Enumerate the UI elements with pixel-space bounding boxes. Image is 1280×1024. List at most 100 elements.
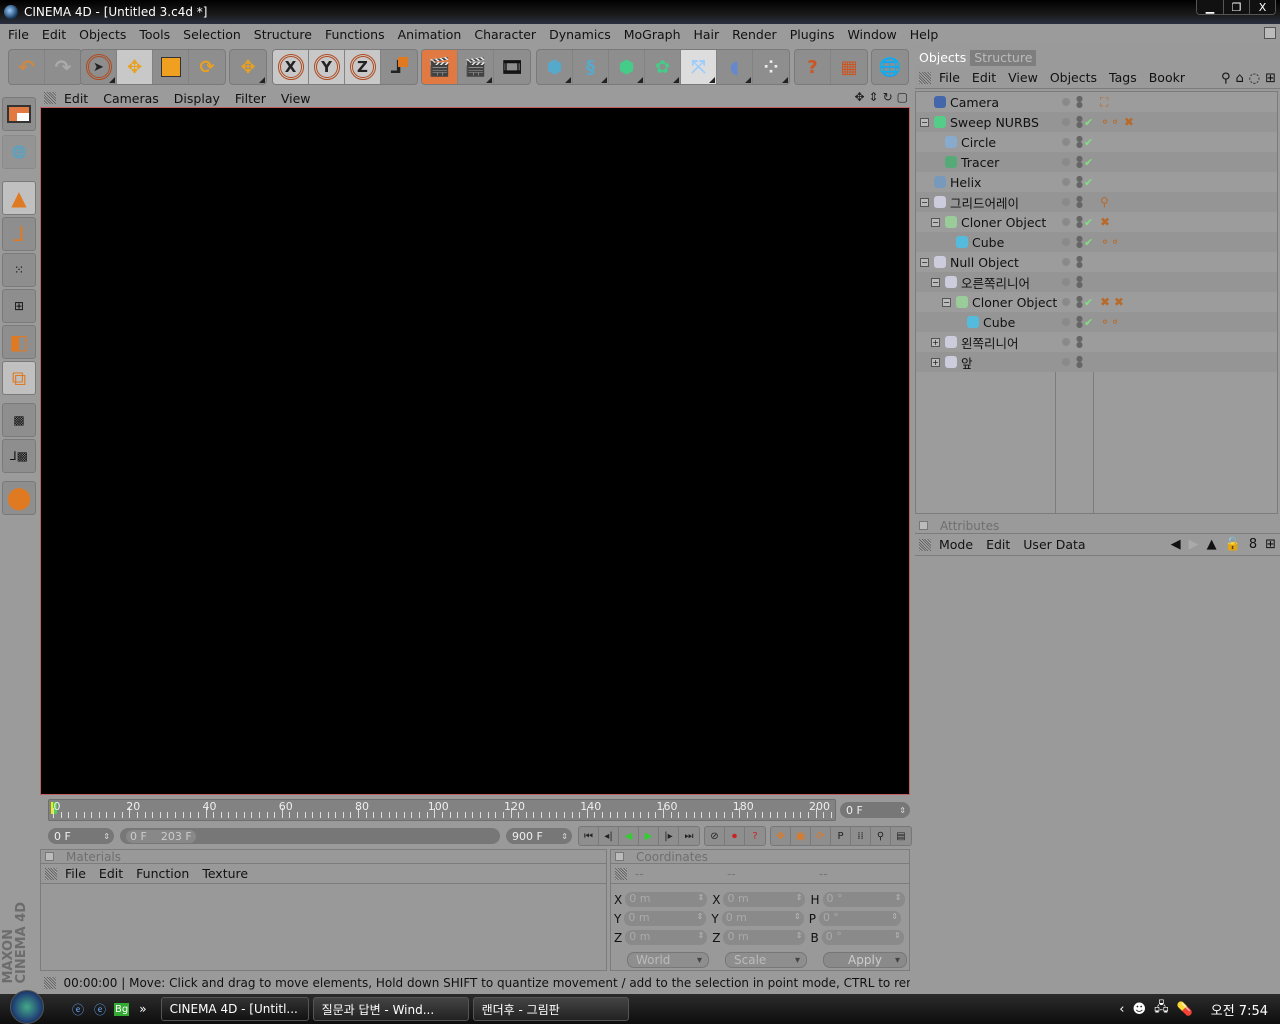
objects-menu-tags[interactable]: Tags: [1109, 70, 1137, 85]
visibility-toggle[interactable]: ● ●: [1076, 275, 1083, 289]
key-scale-icon[interactable]: ▣: [791, 827, 811, 845]
object-tree-row[interactable]: − Null Object ● ●: [916, 252, 1277, 272]
next-frame-button[interactable]: |▸: [659, 827, 679, 845]
new-panel-icon[interactable]: ⊞: [1265, 71, 1276, 86]
object-tree-row[interactable]: Camera ● ● ⛶: [916, 92, 1277, 112]
array-icon[interactable]: ✿: [645, 50, 681, 84]
collapse-icon[interactable]: −: [920, 117, 929, 127]
x-axis-lock-icon[interactable]: X: [273, 50, 309, 84]
enabled-check-icon[interactable]: ✔: [1084, 156, 1093, 169]
play-forward-button[interactable]: ▶: [639, 827, 659, 845]
deformer-icon[interactable]: ⤧: [681, 50, 717, 84]
panel-toggle[interactable]: [919, 521, 928, 530]
menu-hair[interactable]: Hair: [694, 27, 720, 42]
drag-grip[interactable]: [45, 867, 57, 880]
object-name[interactable]: Null Object: [950, 255, 1019, 270]
size-x-field[interactable]: 0 m: [723, 892, 806, 907]
layer-dot[interactable]: [1062, 178, 1070, 186]
size-mode-dropdown[interactable]: Scale: [725, 952, 807, 968]
enabled-check-icon[interactable]: ✔: [1084, 116, 1093, 129]
viewport-menu-view[interactable]: View: [281, 91, 311, 106]
start-frame-field[interactable]: 0 F ⇕: [48, 828, 114, 844]
objects-menu-view[interactable]: View: [1008, 70, 1038, 85]
scale-icon[interactable]: [153, 50, 189, 84]
lock-icon[interactable]: 🔓: [1225, 537, 1241, 552]
animation-tool-icon[interactable]: ⬤: [2, 481, 36, 515]
objects-menu-edit[interactable]: Edit: [972, 70, 996, 85]
materials-menu-function[interactable]: Function: [136, 866, 189, 881]
timeline-ruler[interactable]: 0 20 40 60 80 100 120 140 160 180 200: [48, 799, 836, 821]
menu-plugins[interactable]: Plugins: [790, 27, 835, 42]
more-icon[interactable]: »: [139, 1002, 146, 1016]
collapse-icon[interactable]: −: [942, 297, 951, 307]
attributes-menu-edit[interactable]: Edit: [986, 537, 1010, 552]
minimize-button[interactable]: ▁: [1197, 0, 1223, 14]
layout-config-icon[interactable]: [1264, 27, 1276, 39]
texture-tool-icon[interactable]: ▩: [2, 403, 36, 437]
materials-menu-edit[interactable]: Edit: [99, 866, 123, 881]
maximize-view-icon[interactable]: ▢: [897, 90, 908, 104]
panel-toggle[interactable]: [45, 852, 54, 861]
edges-tool-icon[interactable]: ⊞: [2, 289, 36, 323]
layer-dot[interactable]: [1062, 338, 1070, 346]
pan-icon[interactable]: ✥: [854, 90, 864, 104]
new-panel-icon[interactable]: ⊞: [1265, 537, 1276, 552]
viewport-menu-filter[interactable]: Filter: [235, 91, 266, 106]
menu-structure[interactable]: Structure: [254, 27, 312, 42]
size-y-field[interactable]: 0 m: [721, 911, 804, 926]
menu-tools[interactable]: Tools: [139, 27, 170, 42]
object-name[interactable]: 오른쪽리니어: [961, 273, 1030, 292]
visibility-toggle[interactable]: ● ●: [1076, 315, 1083, 329]
layer-dot[interactable]: [1062, 198, 1070, 206]
render-manager-icon[interactable]: 🎞: [494, 50, 530, 84]
go-to-start-button[interactable]: ⏮: [579, 827, 599, 845]
expand-icon[interactable]: +: [931, 357, 940, 367]
spline-icon[interactable]: §: [573, 50, 609, 84]
key-position-icon[interactable]: ✥: [771, 827, 791, 845]
layer-dot[interactable]: [1062, 218, 1070, 226]
attributes-menu-mode[interactable]: Mode: [939, 537, 973, 552]
previous-frame-button[interactable]: ◂|: [599, 827, 619, 845]
layer-dot[interactable]: [1062, 98, 1070, 106]
object-tags[interactable]: ⚬⚬ ✖: [1100, 115, 1134, 129]
object-name[interactable]: Helix: [950, 175, 981, 190]
menu-animation[interactable]: Animation: [398, 27, 462, 42]
drag-grip[interactable]: [615, 867, 627, 880]
tab-objects[interactable]: Objects: [915, 50, 971, 66]
recent-tool-icon[interactable]: ✥: [230, 50, 266, 84]
visibility-toggle[interactable]: ● ●: [1076, 295, 1083, 309]
coordinate-mode-dropdown[interactable]: World: [627, 952, 709, 968]
collapse-icon[interactable]: −: [931, 217, 940, 227]
layer-dot[interactable]: [1062, 158, 1070, 166]
record-keyframe-button[interactable]: ⏺: [725, 827, 745, 845]
menu-render[interactable]: Render: [732, 27, 777, 42]
expand-icon[interactable]: +: [931, 337, 940, 347]
visibility-toggle[interactable]: ● ●: [1076, 175, 1083, 189]
search-icon[interactable]: ⚲: [1221, 71, 1231, 86]
visibility-toggle[interactable]: ● ●: [1076, 215, 1083, 229]
drag-grip[interactable]: [919, 71, 931, 84]
object-name[interactable]: Circle: [961, 135, 996, 150]
object-name[interactable]: 왼쪽리니어: [961, 333, 1019, 352]
render-view-icon[interactable]: 🎬: [422, 50, 458, 84]
rotation-b-field[interactable]: 0 °: [821, 930, 904, 945]
points-tool-icon[interactable]: ⁙: [2, 253, 36, 287]
object-tags[interactable]: ⚬⚬: [1100, 235, 1120, 249]
apply-button[interactable]: Apply: [823, 952, 907, 968]
cube-primitive-icon[interactable]: ⬢: [537, 50, 573, 84]
help-icon[interactable]: ?: [795, 50, 831, 84]
restore-button[interactable]: ❐: [1223, 0, 1249, 14]
up-icon[interactable]: ▲: [1207, 537, 1217, 552]
start-button[interactable]: [10, 990, 44, 1024]
objects-menu-file[interactable]: File: [939, 70, 960, 85]
back-icon[interactable]: ◀: [1171, 537, 1181, 552]
object-tree-row[interactable]: − 오른쪽리니어 ● ●: [916, 272, 1277, 292]
visibility-toggle[interactable]: ● ●: [1076, 355, 1083, 369]
visibility-toggle[interactable]: ● ●: [1076, 135, 1083, 149]
visibility-toggle[interactable]: ● ●: [1076, 195, 1083, 209]
layer-dot[interactable]: [1062, 318, 1070, 326]
undo-icon[interactable]: ↶: [9, 50, 45, 84]
key-parameter-icon[interactable]: P: [831, 827, 851, 845]
z-axis-lock-icon[interactable]: Z: [345, 50, 381, 84]
object-tree-row[interactable]: Cube ● ● ✔ ⚬⚬: [916, 232, 1277, 252]
